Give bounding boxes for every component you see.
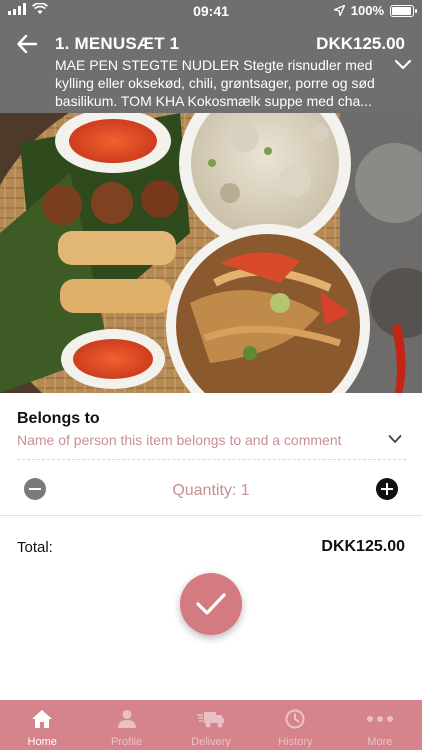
tab-profile[interactable]: Profile: [84, 700, 168, 750]
battery-percent: 100%: [350, 3, 384, 18]
history-clock-icon: [285, 709, 306, 729]
tab-label: More: [367, 736, 393, 748]
tab-label: Delivery: [191, 736, 231, 748]
belongs-to-field[interactable]: Name of person this item belongs to and …: [17, 430, 406, 460]
item-title: 1. MENUSÆT 1: [55, 34, 180, 53]
total-label: Total:: [17, 539, 53, 556]
item-price: DKK125.00: [316, 34, 405, 53]
tab-home[interactable]: Home: [0, 700, 84, 750]
tab-more[interactable]: More: [338, 700, 422, 750]
belongs-to-label: Belongs to: [17, 410, 100, 427]
confirm-button[interactable]: [180, 573, 242, 635]
back-arrow-icon[interactable]: [16, 33, 38, 55]
plus-icon[interactable]: [376, 478, 398, 500]
tab-label: Profile: [111, 736, 143, 748]
location-arrow-icon: [333, 5, 345, 16]
tab-bar: Home Profile Delivery History More: [0, 700, 422, 750]
total-value: DKK125.00: [321, 538, 405, 555]
item-description: MAE PEN STEGTE NUDLER Stegte risnudler m…: [55, 57, 375, 109]
quantity-text: Quantity: 1: [172, 482, 250, 499]
profile-icon: [117, 710, 136, 728]
chevron-down-icon[interactable]: [394, 58, 412, 72]
status-right: 100%: [333, 3, 417, 18]
tab-label: Home: [27, 736, 57, 748]
tab-history[interactable]: History: [253, 700, 337, 750]
quantity-row: Quantity: 1: [0, 470, 422, 516]
chevron-down-icon[interactable]: [388, 434, 402, 444]
battery-fill: [392, 6, 411, 15]
more-dots-icon: [366, 716, 393, 722]
belongs-to-placeholder: Name of person this item belongs to and …: [17, 432, 342, 448]
delivery-truck-icon: [197, 712, 225, 728]
tab-delivery[interactable]: Delivery: [169, 700, 253, 750]
food-image: [0, 113, 422, 393]
battery-icon: [390, 4, 417, 17]
tab-label: History: [278, 736, 313, 748]
status-bar: 09:41 100%: [0, 0, 422, 22]
home-icon: [32, 710, 53, 728]
checkmark-icon: [196, 593, 226, 615]
header: 09:41 100% 1. MENUSÆT 1 DKK125.00 MAE PE…: [0, 0, 422, 113]
